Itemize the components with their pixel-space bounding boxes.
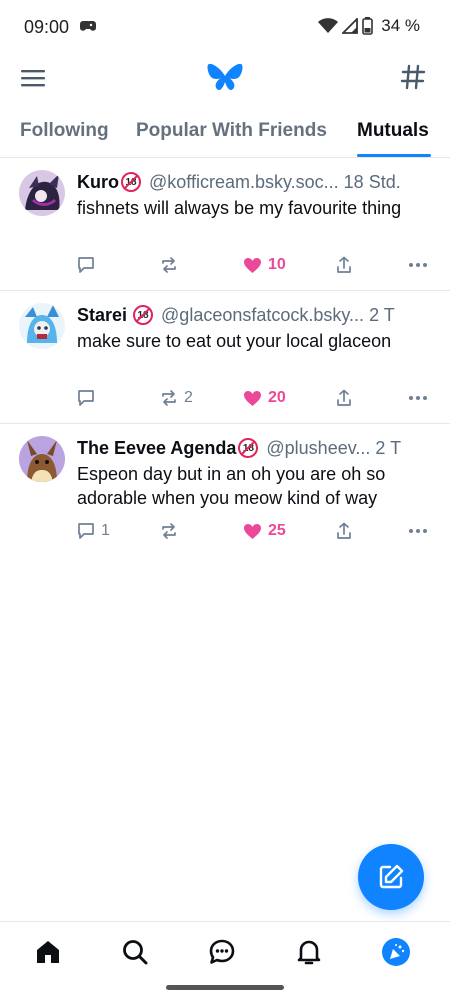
signal-icon [342, 18, 359, 34]
gamepad-icon [80, 21, 96, 31]
adult-content-badge: 18 [238, 438, 259, 458]
ellipsis-icon [409, 396, 427, 400]
like-count: 25 [268, 522, 286, 539]
like-button[interactable]: 10 [243, 254, 286, 276]
adult-content-badge: 18 [133, 305, 154, 325]
nav-notifications[interactable] [293, 936, 325, 968]
post-text: make sure to eat out your local glaceon [77, 331, 392, 351]
like-count: 20 [268, 389, 286, 406]
post-time[interactable]: 18 Std. [344, 172, 401, 193]
compose-button[interactable] [358, 844, 424, 910]
tab-mutuals[interactable]: Mutuals [357, 120, 429, 142]
nav-profile[interactable] [380, 936, 412, 968]
battery-icon [362, 17, 374, 35]
repost-button[interactable] [160, 520, 184, 542]
post-time[interactable]: 2 T [375, 438, 401, 459]
post-time[interactable]: 2 T [369, 305, 395, 326]
feed-tabs: Following Popular With Friends Mutuals [0, 110, 450, 158]
feed[interactable]: Kuro 18 @kofficream.bsky.soc... 18 Std. … [0, 158, 450, 557]
like-count: 10 [268, 256, 286, 273]
heart-icon [244, 257, 261, 273]
avatar [382, 938, 410, 966]
speech-bubble-icon [78, 523, 94, 539]
repost-icon [162, 390, 176, 406]
bell-icon [297, 940, 321, 965]
more-options-button[interactable] [408, 254, 428, 276]
share-button[interactable] [335, 254, 353, 276]
speech-bubble-icon [78, 390, 94, 406]
nav-home[interactable] [32, 936, 64, 968]
status-icons: 34 % [318, 16, 420, 36]
post-header: The Eevee Agenda 18 @plusheev... 2 T [77, 436, 437, 460]
wifi-icon [318, 18, 339, 33]
like-button[interactable]: 25 [243, 520, 286, 542]
nav-search[interactable] [119, 936, 151, 968]
avatar[interactable] [19, 303, 65, 349]
heart-icon [244, 390, 261, 406]
reply-button[interactable]: 1 [77, 520, 110, 542]
adult-content-badge: 18 [121, 172, 141, 192]
share-icon [337, 256, 351, 273]
post-header: Kuro 18 @kofficream.bsky.soc... 18 Std. [77, 170, 437, 194]
share-button[interactable] [335, 387, 353, 409]
share-icon [337, 389, 351, 406]
post-actions: 1 25 [77, 520, 437, 542]
reply-button[interactable] [77, 387, 101, 409]
post[interactable]: Starei 18 @glaceonsfatcock.bsky... 2 T m… [0, 291, 450, 424]
battery-level: 34 % [381, 16, 420, 35]
hash-icon[interactable] [400, 64, 426, 90]
heart-icon [244, 523, 261, 539]
compose-icon [379, 864, 404, 889]
chat-icon [209, 939, 235, 964]
repost-button[interactable] [160, 254, 184, 276]
hamburger-icon[interactable] [20, 66, 46, 90]
author-name[interactable]: Kuro [77, 172, 119, 193]
post-actions: 10 [77, 254, 437, 276]
butterfly-icon[interactable] [207, 62, 243, 94]
post-text: fishnets will always be my favourite thi… [77, 198, 402, 218]
share-icon [337, 522, 351, 539]
tab-following[interactable]: Following [20, 120, 109, 142]
top-bar [0, 56, 450, 102]
active-tab-indicator [357, 154, 431, 157]
repost-button[interactable]: 2 [160, 387, 193, 409]
post[interactable]: Kuro 18 @kofficream.bsky.soc... 18 Std. … [0, 158, 450, 291]
ellipsis-icon [409, 529, 427, 533]
tab-popular-with-friends[interactable]: Popular With Friends [136, 120, 327, 142]
nav-chat[interactable] [206, 936, 238, 968]
home-icon [37, 941, 59, 963]
status-time: 09:00 [24, 17, 70, 37]
repost-count: 2 [184, 389, 193, 406]
repost-icon [162, 257, 176, 273]
post-text: Espeon day but in an oh you are oh so ad… [77, 464, 386, 508]
gesture-bar[interactable] [166, 985, 284, 990]
search-icon [123, 940, 148, 965]
author-handle[interactable]: @kofficream.bsky.soc... [149, 172, 339, 193]
speech-bubble-icon [78, 257, 94, 273]
author-handle[interactable]: @glaceonsfatcock.bsky... [161, 305, 364, 326]
reply-count: 1 [101, 522, 110, 539]
post-header: Starei 18 @glaceonsfatcock.bsky... 2 T [77, 303, 437, 327]
reply-button[interactable] [77, 254, 101, 276]
ellipsis-icon [409, 263, 427, 267]
post-actions: 2 20 [77, 387, 437, 409]
avatar[interactable] [19, 170, 65, 216]
author-handle[interactable]: @plusheev... [266, 438, 370, 459]
share-button[interactable] [335, 520, 353, 542]
avatar[interactable] [19, 436, 65, 482]
author-name[interactable]: Starei [77, 305, 127, 326]
more-options-button[interactable] [408, 520, 428, 542]
status-bar: 09:00 34 % [0, 0, 450, 56]
post[interactable]: The Eevee Agenda 18 @plusheev... 2 T Esp… [0, 424, 450, 557]
author-name[interactable]: The Eevee Agenda [77, 438, 236, 459]
like-button[interactable]: 20 [243, 387, 286, 409]
more-options-button[interactable] [408, 387, 428, 409]
repost-icon [162, 523, 176, 539]
